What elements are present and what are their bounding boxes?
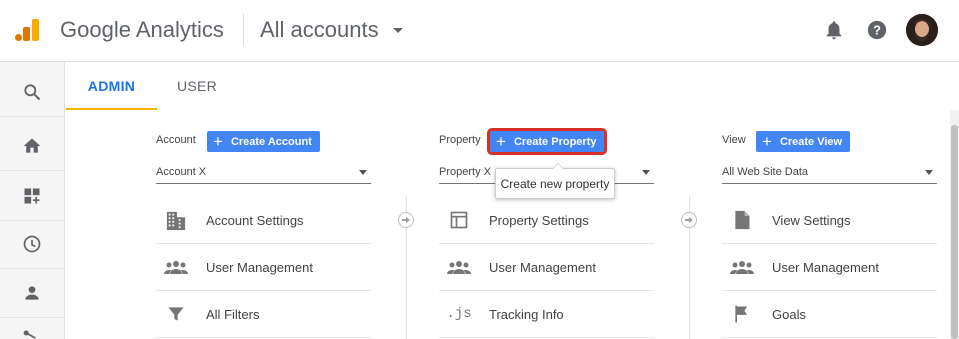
account-selector-label: All accounts (260, 17, 379, 42)
document-icon (730, 208, 754, 232)
search-icon (24, 84, 41, 101)
app-title: Google Analytics (60, 17, 224, 42)
active-tab-indicator (66, 108, 157, 110)
create-account-label: Create Account (230, 135, 312, 148)
property-user-management-label: User Management (489, 259, 596, 275)
avatar[interactable] (906, 14, 938, 46)
view-dropdown-value: All Web Site Data (722, 165, 809, 178)
tab-admin[interactable]: ADMIN (66, 62, 157, 110)
account-dropdown-value: Account X (156, 165, 207, 178)
chevron-down-icon (642, 170, 650, 175)
property-user-management-item[interactable]: User Management (439, 244, 654, 291)
bell-icon[interactable] (823, 19, 845, 41)
rail-acquisition[interactable] (0, 319, 64, 339)
goals-item[interactable]: Goals (722, 291, 937, 338)
people-icon (730, 255, 754, 279)
rail-realtime[interactable] (0, 220, 64, 269)
tracking-info-label: Tracking Info (489, 306, 564, 322)
building-icon (164, 208, 188, 232)
home-icon (23, 138, 41, 153)
flag-icon (730, 302, 754, 326)
view-user-management-label: User Management (772, 259, 879, 275)
create-view-label: Create View (779, 135, 843, 148)
ga-logo-icon[interactable] (14, 17, 40, 43)
customization-icon (24, 188, 40, 204)
chevron-down-icon (359, 170, 367, 175)
goals-label: Goals (772, 306, 806, 322)
js-icon: .js (446, 306, 472, 322)
chevron-down-icon (925, 170, 933, 175)
account-settings-item[interactable]: Account Settings (156, 197, 371, 244)
view-settings-label: View Settings (772, 212, 851, 228)
arrow-right-icon (681, 212, 697, 228)
left-nav-rail (0, 62, 65, 339)
header-divider (243, 14, 244, 46)
chevron-down-icon (392, 27, 403, 33)
rail-audience[interactable] (0, 269, 64, 318)
account-settings-label: Account Settings (206, 212, 304, 228)
plus-icon: + (762, 132, 772, 151)
tracking-info-item[interactable]: .js Tracking Info (439, 291, 654, 338)
share-icon (23, 330, 36, 339)
admin-tabs: ADMIN USER (66, 62, 959, 110)
tab-user[interactable]: USER (157, 62, 237, 110)
all-filters-item[interactable]: All Filters (156, 291, 371, 338)
create-view-button[interactable]: + Create View (756, 131, 851, 152)
top-bar: Google Analytics All accounts ? (0, 0, 959, 62)
people-icon (164, 255, 188, 279)
view-settings-item[interactable]: View Settings (722, 197, 937, 244)
person-icon (25, 286, 39, 300)
rail-search[interactable] (0, 68, 64, 117)
property-settings-label: Property Settings (489, 212, 589, 228)
create-property-tooltip: Create new property (495, 163, 615, 199)
property-label: Property (439, 134, 481, 146)
create-property-button[interactable]: + Create Property (486, 128, 608, 155)
create-property-label: Create Property (513, 135, 597, 148)
people-icon (447, 255, 471, 279)
help-icon[interactable]: ? (866, 19, 888, 41)
view-label: View (722, 134, 746, 146)
all-filters-label: All Filters (206, 306, 260, 322)
view-user-management-item[interactable]: User Management (722, 244, 937, 291)
account-dropdown[interactable]: Account X (156, 160, 371, 184)
plus-icon: + (496, 132, 506, 151)
rail-customization[interactable] (0, 172, 64, 221)
scrollbar-thumb[interactable] (951, 125, 958, 339)
account-selector[interactable]: All accounts (260, 17, 403, 43)
property-settings-item[interactable]: Property Settings (439, 197, 654, 244)
layout-icon (447, 208, 471, 232)
plus-icon: + (213, 132, 223, 151)
svg-text:?: ? (873, 23, 881, 38)
property-dropdown-value: Property X (439, 165, 491, 178)
account-label: Account (156, 134, 196, 146)
arrow-right-icon (398, 212, 414, 228)
view-dropdown[interactable]: All Web Site Data (722, 160, 937, 184)
rail-home[interactable] (0, 122, 64, 171)
clock-icon (23, 235, 41, 253)
account-user-management-label: User Management (206, 259, 313, 275)
filter-icon (164, 302, 188, 326)
create-account-button[interactable]: + Create Account (207, 131, 320, 152)
account-user-management-item[interactable]: User Management (156, 244, 371, 291)
